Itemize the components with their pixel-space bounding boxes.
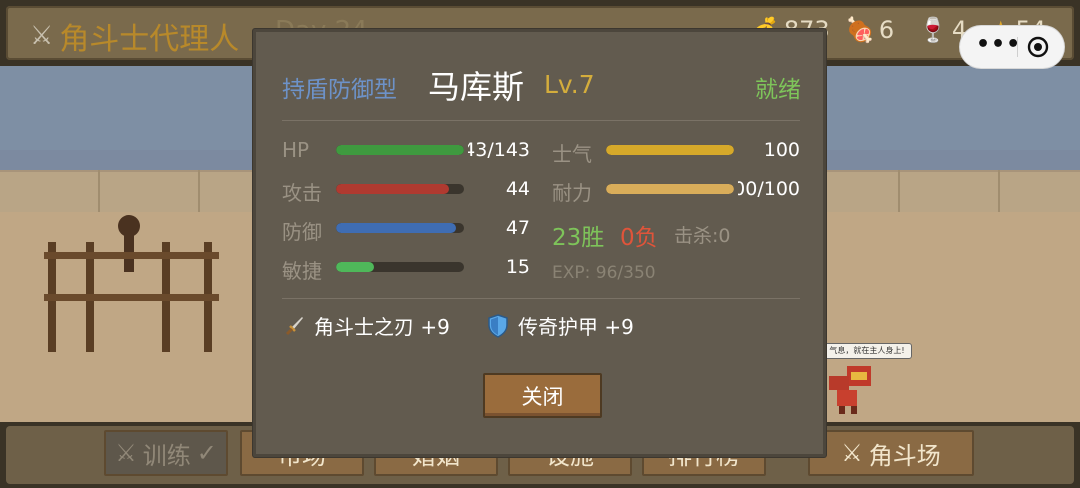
gladiator-status: 就绪 — [755, 77, 801, 103]
attack-bar-fill — [336, 184, 449, 194]
hp-bar — [336, 145, 464, 155]
equipment-weapon[interactable]: 角斗士之刃 +9 — [282, 311, 450, 340]
morale-bar — [606, 145, 734, 155]
morale-bar-fill — [606, 145, 734, 155]
kills-count: 击杀:0 — [674, 225, 731, 247]
stat-value-agility: 15 — [505, 256, 530, 278]
gladiator-level: Lv.7 — [544, 70, 595, 99]
experience: EXP: 96/350 — [552, 263, 656, 283]
stat-value-stamina-text: 100/100 — [738, 178, 800, 200]
agility-bar — [336, 262, 464, 272]
sword-icon — [285, 316, 303, 335]
stat-value-hp: 143/143 — [468, 139, 530, 161]
stat-label-hp: HP — [282, 138, 310, 162]
agility-bar-fill — [336, 262, 375, 272]
equipment-weapon-label: 角斗士之刃 +9 — [314, 315, 450, 339]
stat-value-stamina: 100/100 — [738, 178, 800, 200]
stat-value-defense: 47 — [505, 217, 530, 239]
attack-bar — [336, 184, 464, 194]
stat-label-stamina: 耐力 — [552, 181, 592, 205]
stat-value-morale: 100 — [763, 139, 800, 161]
hp-bar-fill — [336, 145, 464, 155]
gladiator-name: 马库斯 — [428, 68, 525, 106]
stat-value-attack: 44 — [505, 178, 530, 200]
stat-value-hp-text: 143/143 — [468, 139, 530, 161]
gladiator-type: 持盾防御型 — [282, 77, 397, 103]
stat-label-morale: 士气 — [552, 142, 592, 166]
losses-count: 0负 — [620, 225, 658, 251]
shield-icon — [488, 313, 508, 338]
gladiator-detail-modal: 持盾防御型 马库斯 Lv.7 就绪 HP 143/143 攻击 44 防御 47… — [253, 29, 826, 457]
stamina-bar-fill — [606, 184, 734, 194]
divider — [282, 120, 800, 121]
stat-label-defense: 防御 — [282, 220, 322, 244]
defense-bar-fill — [336, 223, 457, 233]
stat-label-agility: 敏捷 — [282, 259, 322, 283]
equipment-armor-label: 传奇护甲 +9 — [518, 315, 634, 339]
equipment-armor[interactable]: 传奇护甲 +9 — [486, 311, 634, 340]
defense-bar — [336, 223, 464, 233]
stamina-bar — [606, 184, 734, 194]
wins-count: 23胜 — [552, 225, 605, 251]
divider — [282, 298, 800, 299]
stat-label-attack: 攻击 — [282, 181, 322, 205]
close-button[interactable]: 关闭 — [483, 373, 602, 418]
